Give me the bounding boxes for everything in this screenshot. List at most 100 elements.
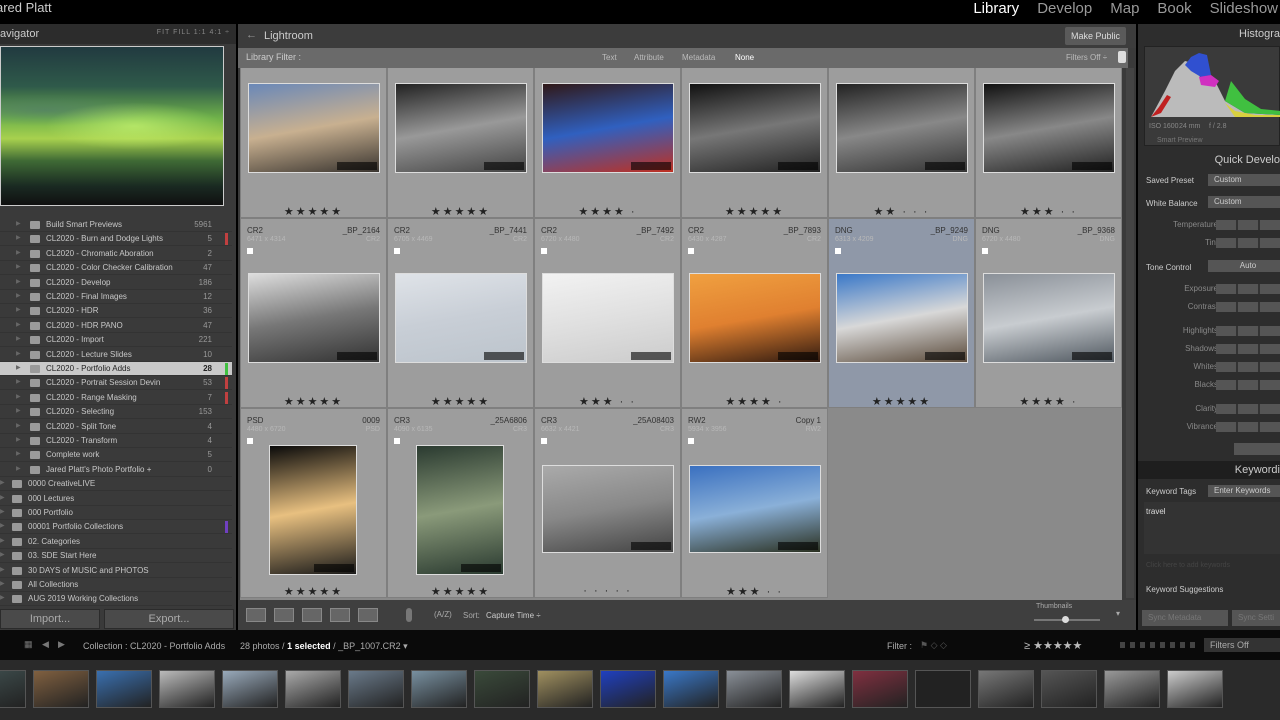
shadows-adjust-buttons[interactable] (1216, 344, 1280, 354)
navigator-preview[interactable] (0, 46, 224, 206)
collection-item[interactable]: ▶ CL2020 - Portrait Session Devin 53 (0, 376, 232, 391)
photo-cell[interactable]: ★★★ · · (975, 68, 1122, 218)
painter-icon[interactable] (406, 608, 412, 622)
disclosure-triangle-icon[interactable]: ▶ (0, 508, 5, 515)
thumbnail-size-slider[interactable] (1034, 616, 1100, 623)
star-rating[interactable]: ★★★★★ (388, 395, 533, 408)
filter-tab-text[interactable]: Text (602, 53, 617, 62)
lock-icon[interactable] (1118, 51, 1126, 63)
star-rating[interactable]: ★★★★★ (682, 205, 827, 218)
photo-cell[interactable]: RW2 Copy 1 5934 x 3956 RW2 ★★★ · · (681, 408, 828, 598)
tint-adjust-buttons[interactable] (1216, 238, 1280, 248)
filters-off-select[interactable]: Filters Off ÷ (1066, 53, 1107, 62)
photo-cell[interactable]: CR3 _25A08403 6632 x 4421 CR3 · · · · · (534, 408, 681, 598)
photo-cell[interactable]: DNG _BP_9368 6720 x 4480 DNG ★★★★ · (975, 218, 1122, 408)
collection-item[interactable]: ▶ CL2020 - Color Checker Calibration 47 (0, 261, 232, 276)
photo-thumbnail[interactable] (836, 83, 968, 173)
filmstrip-thumbnail[interactable] (726, 670, 782, 708)
disclosure-triangle-icon[interactable]: ▶ (0, 522, 5, 529)
module-map[interactable]: Map (1110, 0, 1139, 17)
reset-all-button[interactable]: Reset All (1234, 443, 1280, 455)
filmstrip-thumbnail[interactable] (915, 670, 971, 708)
filmstrip-thumbnail[interactable] (1104, 670, 1160, 708)
saved-preset-select[interactable]: Custom (1208, 174, 1280, 186)
filmstrip-filters-off[interactable]: Filters Off (1204, 638, 1280, 652)
filmstrip-thumbnail[interactable] (1167, 670, 1223, 708)
disclosure-triangle-icon[interactable]: ▶ (16, 249, 21, 256)
contrast-adjust-buttons[interactable] (1216, 302, 1280, 312)
photo-thumbnail[interactable] (395, 273, 527, 363)
filmstrip-thumbnail[interactable] (0, 670, 26, 708)
photo-thumbnail[interactable] (983, 83, 1115, 173)
filmstrip-thumbnail[interactable] (789, 670, 845, 708)
star-rating[interactable]: · · · · · (535, 585, 680, 597)
disclosure-triangle-icon[interactable]: ▶ (16, 436, 21, 443)
disclosure-triangle-icon[interactable]: ▶ (16, 306, 21, 313)
keyword-value[interactable]: travel (1146, 507, 1166, 516)
survey-view-icon[interactable] (330, 608, 350, 622)
disclosure-triangle-icon[interactable]: ▶ (16, 393, 21, 400)
disclosure-triangle-icon[interactable]: ▶ (0, 566, 5, 573)
disclosure-triangle-icon[interactable]: ▶ (16, 364, 21, 371)
pick-flag-icon[interactable] (688, 438, 694, 444)
photo-thumbnail[interactable] (416, 445, 504, 575)
photo-thumbnail[interactable] (542, 273, 674, 363)
toolbar-menu-icon[interactable]: ▾ (1116, 609, 1120, 618)
collection-item[interactable]: ▶ 30 DAYS of MUSIC and PHOTOS (0, 564, 232, 578)
disclosure-triangle-icon[interactable]: ▶ (0, 594, 5, 601)
pick-flag-icon[interactable] (541, 248, 547, 254)
filmstrip-thumbnail[interactable] (537, 670, 593, 708)
star-rating[interactable]: ★★★★★ (241, 585, 386, 598)
add-keywords-input[interactable]: Click here to add keywords (1146, 562, 1230, 569)
disclosure-triangle-icon[interactable]: ▶ (0, 479, 5, 486)
filmstrip-thumbnail[interactable] (222, 670, 278, 708)
collection-item[interactable]: ▶ 02. Categories (0, 535, 232, 549)
disclosure-triangle-icon[interactable]: ▶ (16, 335, 21, 342)
white-balance-select[interactable]: Custom (1208, 196, 1280, 208)
photo-cell[interactable]: PSD 0009 4480 x 6720 PSD ★★★★★ (240, 408, 387, 598)
star-rating[interactable]: ★★★★ · (682, 395, 827, 408)
collection-item[interactable]: ▶ CL2020 - Lecture Slides 10 (0, 348, 232, 362)
photo-count[interactable]: 28 photos / 1 selected / _BP_1007.CR2 ▾ (240, 641, 408, 652)
star-rating[interactable]: ★★★★★ (388, 205, 533, 218)
source-breadcrumb[interactable]: Collection : CL2020 - Portfolio Adds (83, 641, 225, 651)
blacks-adjust-buttons[interactable] (1216, 380, 1280, 390)
photo-cell[interactable]: CR2 _BP_7893 6430 x 4287 CR2 ★★★★ · (681, 218, 828, 408)
star-rating[interactable]: ★★ · · · (829, 205, 974, 218)
photo-cell[interactable]: ★★★★★ (240, 68, 387, 218)
navigator-zoom-options[interactable]: FIT FILL 1:1 4:1 ÷ (157, 29, 230, 36)
module-book[interactable]: Book (1157, 0, 1191, 17)
pick-flag-icon[interactable] (247, 248, 253, 254)
disclosure-triangle-icon[interactable]: ▶ (16, 450, 21, 457)
photo-cell[interactable]: ★★ · · · (828, 68, 975, 218)
module-library[interactable]: Library (973, 0, 1019, 17)
collection-item[interactable]: ▶ Build Smart Previews 5961 (0, 218, 232, 232)
collection-item[interactable]: ▶ 03. SDE Start Here (0, 549, 232, 564)
filmstrip-thumbnail[interactable] (33, 670, 89, 708)
temperature-adjust-buttons[interactable] (1216, 220, 1280, 230)
disclosure-triangle-icon[interactable]: ▶ (16, 407, 21, 414)
photo-thumbnail[interactable] (689, 83, 821, 173)
photo-cell[interactable]: ★★★★ · (534, 68, 681, 218)
disclosure-triangle-icon[interactable]: ▶ (16, 278, 21, 285)
filter-tab-attribute[interactable]: Attribute (634, 53, 664, 62)
pick-flag-icon[interactable] (394, 248, 400, 254)
photo-thumbnail[interactable] (248, 83, 380, 173)
photo-thumbnail[interactable] (269, 445, 357, 575)
slider-thumb[interactable] (1062, 616, 1069, 623)
photo-cell[interactable]: DNG _BP_9249 6313 x 4209 DNG ★★★★★ (828, 218, 975, 408)
grid-scrollbar[interactable] (1126, 68, 1134, 598)
disclosure-triangle-icon[interactable]: ▶ (16, 350, 21, 357)
photo-thumbnail[interactable] (542, 465, 674, 553)
disclosure-triangle-icon[interactable]: ▶ (16, 321, 21, 328)
collection-item[interactable]: ▶ CL2020 - HDR 36 (0, 304, 232, 319)
import-button[interactable]: Import... (0, 609, 100, 629)
back-arrow-icon[interactable]: ← (246, 29, 257, 41)
sync-settings-button[interactable]: Sync Setti (1232, 610, 1280, 626)
star-rating[interactable]: ★★★★★ (388, 585, 533, 598)
photo-cell[interactable]: ★★★★★ (387, 68, 534, 218)
filmstrip-thumbnail[interactable] (159, 670, 215, 708)
pick-flag-icon[interactable] (394, 438, 400, 444)
photo-cell[interactable]: CR3 _25A6806 4090 x 6135 CR3 ★★★★★ (387, 408, 534, 598)
collection-item[interactable]: ▶ AUG 2019 Working Collections (0, 592, 232, 607)
